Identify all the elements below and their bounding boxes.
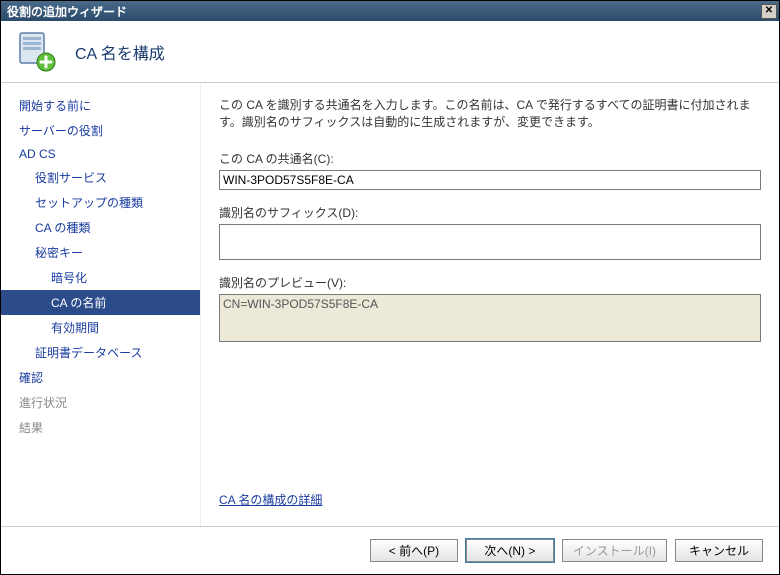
install-button: インストール(I) [562,539,667,562]
description-text: この CA を識別する共通名を入力します。この名前は、CA で発行するすべての証… [219,97,761,132]
step-adcs[interactable]: AD CS [1,143,200,165]
step-role-services[interactable]: 役割サービス [1,165,200,190]
wizard-body: 開始する前に サーバーの役割 AD CS 役割サービス セットアップの種類 CA… [1,83,779,526]
back-button[interactable]: < 前へ(P) [370,539,458,562]
details-link[interactable]: CA 名の構成の詳細 [219,491,761,508]
step-confirmation[interactable]: 確認 [1,365,200,390]
step-validity-period[interactable]: 有効期間 [1,315,200,340]
window-title: 役割の追加ウィザード [7,3,127,20]
step-results: 結果 [1,415,200,440]
step-before-begin[interactable]: 開始する前に [1,93,200,118]
cancel-button[interactable]: キャンセル [675,539,763,562]
wizard-window: 役割の追加ウィザード ✕ CA 名を構成 開始する前に サーバーの役割 AD C… [0,0,780,575]
step-ca-type[interactable]: CA の種類 [1,215,200,240]
step-cryptography[interactable]: 暗号化 [1,265,200,290]
next-button[interactable]: 次へ(N) > [466,539,554,562]
step-ca-name[interactable]: CA の名前 [1,290,200,315]
step-cert-database[interactable]: 証明書データベース [1,340,200,365]
step-progress: 進行状況 [1,390,200,415]
titlebar: 役割の追加ウィザード ✕ [1,1,779,21]
dn-preview-label: 識別名のプレビュー(V): [219,274,761,291]
dn-suffix-input[interactable] [219,224,761,260]
step-private-key[interactable]: 秘密キー [1,240,200,265]
wizard-footer: < 前へ(P) 次へ(N) > インストール(I) キャンセル [1,526,779,574]
page-title: CA 名を構成 [75,40,165,64]
dn-suffix-label: 識別名のサフィックス(D): [219,204,761,221]
close-button[interactable]: ✕ [761,4,777,19]
wizard-header: CA 名を構成 [1,21,779,83]
common-name-input[interactable] [219,170,761,190]
wizard-content: この CA を識別する共通名を入力します。この名前は、CA で発行するすべての証… [201,83,779,526]
common-name-label: この CA の共通名(C): [219,150,761,167]
step-setup-type[interactable]: セットアップの種類 [1,190,200,215]
dn-preview-output [219,294,761,342]
step-server-roles[interactable]: サーバーの役割 [1,118,200,143]
wizard-steps-sidebar: 開始する前に サーバーの役割 AD CS 役割サービス セットアップの種類 CA… [1,83,201,526]
server-role-icon [15,31,57,73]
